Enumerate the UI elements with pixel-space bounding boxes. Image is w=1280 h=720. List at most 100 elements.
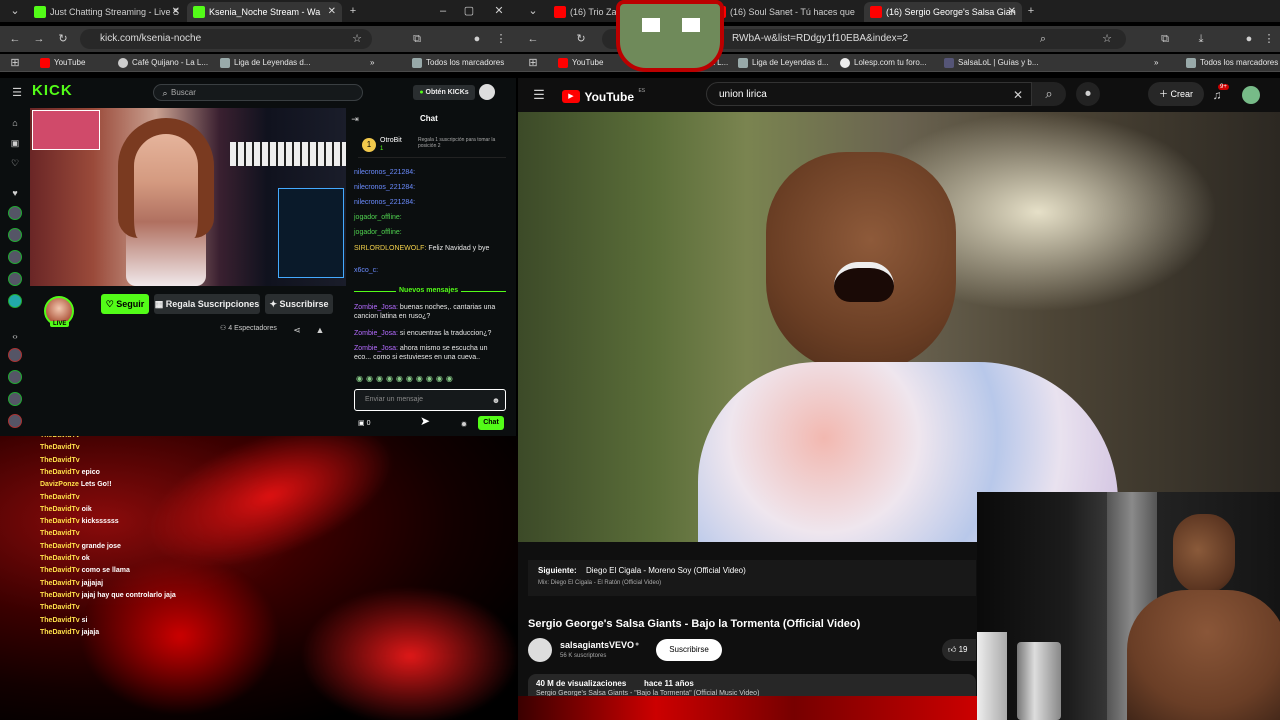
bookmarks-overflow[interactable]: » [370, 56, 374, 70]
collapse-chat-icon[interactable]: ⇥ [348, 112, 362, 126]
menu-dots-icon[interactable]: ⋮ [1262, 32, 1276, 46]
bookmark-youtube[interactable]: YouTube [558, 56, 603, 70]
back-icon[interactable]: ← [8, 32, 22, 46]
up-next-card[interactable]: Siguiente: Diego El Cigala - Moreno Soy … [528, 560, 976, 596]
bookmark-youtube[interactable]: YouTube [40, 56, 85, 70]
like-button[interactable]: 👍︎ 19 [942, 639, 976, 661]
new-tab-icon[interactable]: + [346, 4, 360, 18]
youtube-avatar[interactable] [1242, 86, 1260, 104]
folder-icon [1186, 58, 1196, 68]
report-icon[interactable]: ▲ [313, 323, 327, 337]
youtube-favicon-icon [554, 6, 566, 18]
menu-dots-icon[interactable]: ⋮ [494, 32, 508, 46]
reload-icon[interactable]: ↻ [56, 32, 70, 46]
apps-icon[interactable]: ⊞ [526, 56, 540, 70]
youtube-logo[interactable]: ▶ YouTube ES [562, 88, 645, 106]
close-tab-icon[interactable]: ✕ [328, 2, 336, 22]
recommended-channel-avatar[interactable] [8, 392, 22, 406]
kick-search-input[interactable]: ⌕ Buscar [153, 84, 363, 101]
send-chat-button[interactable]: Chat [478, 416, 504, 430]
chat-username[interactable]: Zombie_Josa: [354, 345, 398, 352]
new-tab-icon[interactable]: + [1024, 4, 1038, 18]
recommended-channel-avatar[interactable] [8, 414, 22, 428]
follow-button[interactable]: ♡ Seguir [101, 294, 149, 314]
expand-icon[interactable]: ‹› [8, 330, 22, 344]
chat-username[interactable]: jogador_offline: [354, 214, 402, 221]
tab-salsa-giants[interactable]: (16) Sergio George's Salsa Gian ✕ [864, 2, 1022, 22]
followed-channel-avatar[interactable] [8, 228, 22, 242]
message-input[interactable]: Enviar un mensaje ☻ [354, 389, 506, 411]
share-icon[interactable]: ⋖ [290, 323, 304, 337]
gift-subs-button[interactable]: ▦ Regala Suscripciones [154, 294, 260, 314]
recommended-channel-avatar[interactable] [8, 348, 22, 362]
tab-search-icon[interactable]: ⌄ [8, 4, 22, 18]
address-bar[interactable]: kick.com/ksenia-noche [80, 29, 372, 49]
followed-channel-avatar[interactable] [8, 294, 22, 308]
close-tab-icon[interactable]: ✕ [1008, 2, 1016, 22]
download-icon[interactable]: ⤓ [1194, 32, 1208, 46]
create-button[interactable]: ＋ Crear [1148, 82, 1204, 106]
youtube-subscribe-button[interactable]: Suscribirse [656, 639, 722, 661]
bookmark-all[interactable]: Todos los marcadores [1186, 56, 1278, 70]
profile-icon[interactable]: ● [1242, 32, 1256, 46]
chat-settings-icon[interactable]: ✹ [457, 418, 471, 432]
channel-name[interactable]: salsagiantsVEVO [560, 640, 634, 650]
bookmark-salsalol[interactable]: SalsaLoL | Guías y b... [944, 56, 1039, 70]
kick-logo[interactable]: KICK [32, 82, 73, 99]
stream-video-player[interactable] [30, 108, 346, 286]
followed-channel-avatar[interactable] [8, 206, 22, 220]
apps-icon[interactable]: ⊞ [8, 56, 22, 70]
chat-username[interactable]: Zombie_Josa: [354, 330, 398, 337]
tab-ksenia-noche[interactable]: Ksenia_Noche Stream - Wa ✕ [187, 2, 342, 22]
chat-username[interactable]: nilecronos_221284: [354, 169, 415, 176]
bookmark-cafe-quijano[interactable]: Café Quijano - La L... [118, 56, 208, 70]
bookmark-liga-leyendas[interactable]: Liga de Leyendas d... [738, 56, 829, 70]
chat-username[interactable]: nilecronos_221284: [354, 184, 415, 191]
bookmark-lolesp[interactable]: Lolesp.com tu foro... [840, 56, 926, 70]
tab-search-icon[interactable]: ⌄ [526, 4, 540, 18]
following-icon[interactable]: ♡ [8, 156, 22, 170]
youtube-search-button[interactable]: ⌕ [1032, 82, 1066, 106]
user-avatar[interactable] [479, 84, 495, 100]
voice-search-button[interactable]: ⏺ [1076, 82, 1100, 106]
star-icon[interactable]: ☆ [1100, 32, 1114, 46]
bookmark-all[interactable]: Todos los marcadores [412, 56, 504, 70]
clear-search-icon[interactable]: ✕ [1011, 88, 1025, 102]
close-tab-icon[interactable]: ✕ [172, 2, 180, 22]
channel-avatar[interactable] [528, 638, 552, 662]
followed-channel-avatar[interactable] [8, 250, 22, 264]
hamburger-icon[interactable]: ☰ [532, 88, 546, 102]
tab-just-chatting[interactable]: Just Chatting Streaming - Live S ✕ [28, 2, 186, 22]
zoom-icon[interactable]: ⌕ [1036, 32, 1050, 46]
followed-channel-avatar[interactable] [8, 272, 22, 286]
youtube-search-input[interactable]: union lirica ✕ [706, 82, 1032, 106]
youtube-video-player[interactable] [518, 112, 1280, 542]
chat-username[interactable]: SIRLORDLONEWOLF: [354, 245, 426, 252]
chat-username[interactable]: nilecronos_221284: [354, 199, 415, 206]
minimize-icon[interactable]: – [436, 4, 450, 18]
extensions-icon[interactable]: ⧉ [1158, 32, 1172, 46]
reload-icon[interactable]: ↻ [574, 32, 588, 46]
heart-icon[interactable]: ♥ [8, 186, 22, 200]
bookmark-liga-leyendas[interactable]: Liga de Leyendas d... [220, 56, 311, 70]
chat-username[interactable]: Zombie_Josa: [354, 304, 398, 311]
back-icon[interactable]: ← [526, 32, 540, 46]
bookmarks-overflow[interactable]: » [1154, 56, 1158, 70]
forward-icon[interactable]: → [32, 32, 46, 46]
emoji-icon[interactable]: ☻ [489, 394, 503, 408]
home-icon[interactable]: ⌂ [8, 116, 22, 130]
profile-icon[interactable]: ● [470, 32, 484, 46]
close-window-icon[interactable]: ✕ [492, 4, 506, 18]
chat-username[interactable]: x6co_c: [354, 267, 378, 274]
hamburger-icon[interactable]: ☰ [10, 86, 24, 100]
obtain-kicks-button[interactable]: ● Obtén KICKs [413, 85, 475, 100]
star-icon[interactable]: ☆ [350, 32, 364, 46]
subscribe-button[interactable]: ✦ Suscribirse [265, 294, 333, 314]
browse-icon[interactable]: ▣ [8, 136, 22, 150]
chat-username[interactable]: jogador_offline: [354, 229, 402, 236]
maximize-icon[interactable]: ▢ [462, 4, 476, 18]
bell-icon[interactable]: ♫ [1210, 88, 1224, 102]
recommended-channel-avatar[interactable] [8, 370, 22, 384]
tab-soul-sanet[interactable]: (16) Soul Sanet - Tú haces que [708, 2, 858, 22]
extensions-icon[interactable]: ⧉ [410, 32, 424, 46]
